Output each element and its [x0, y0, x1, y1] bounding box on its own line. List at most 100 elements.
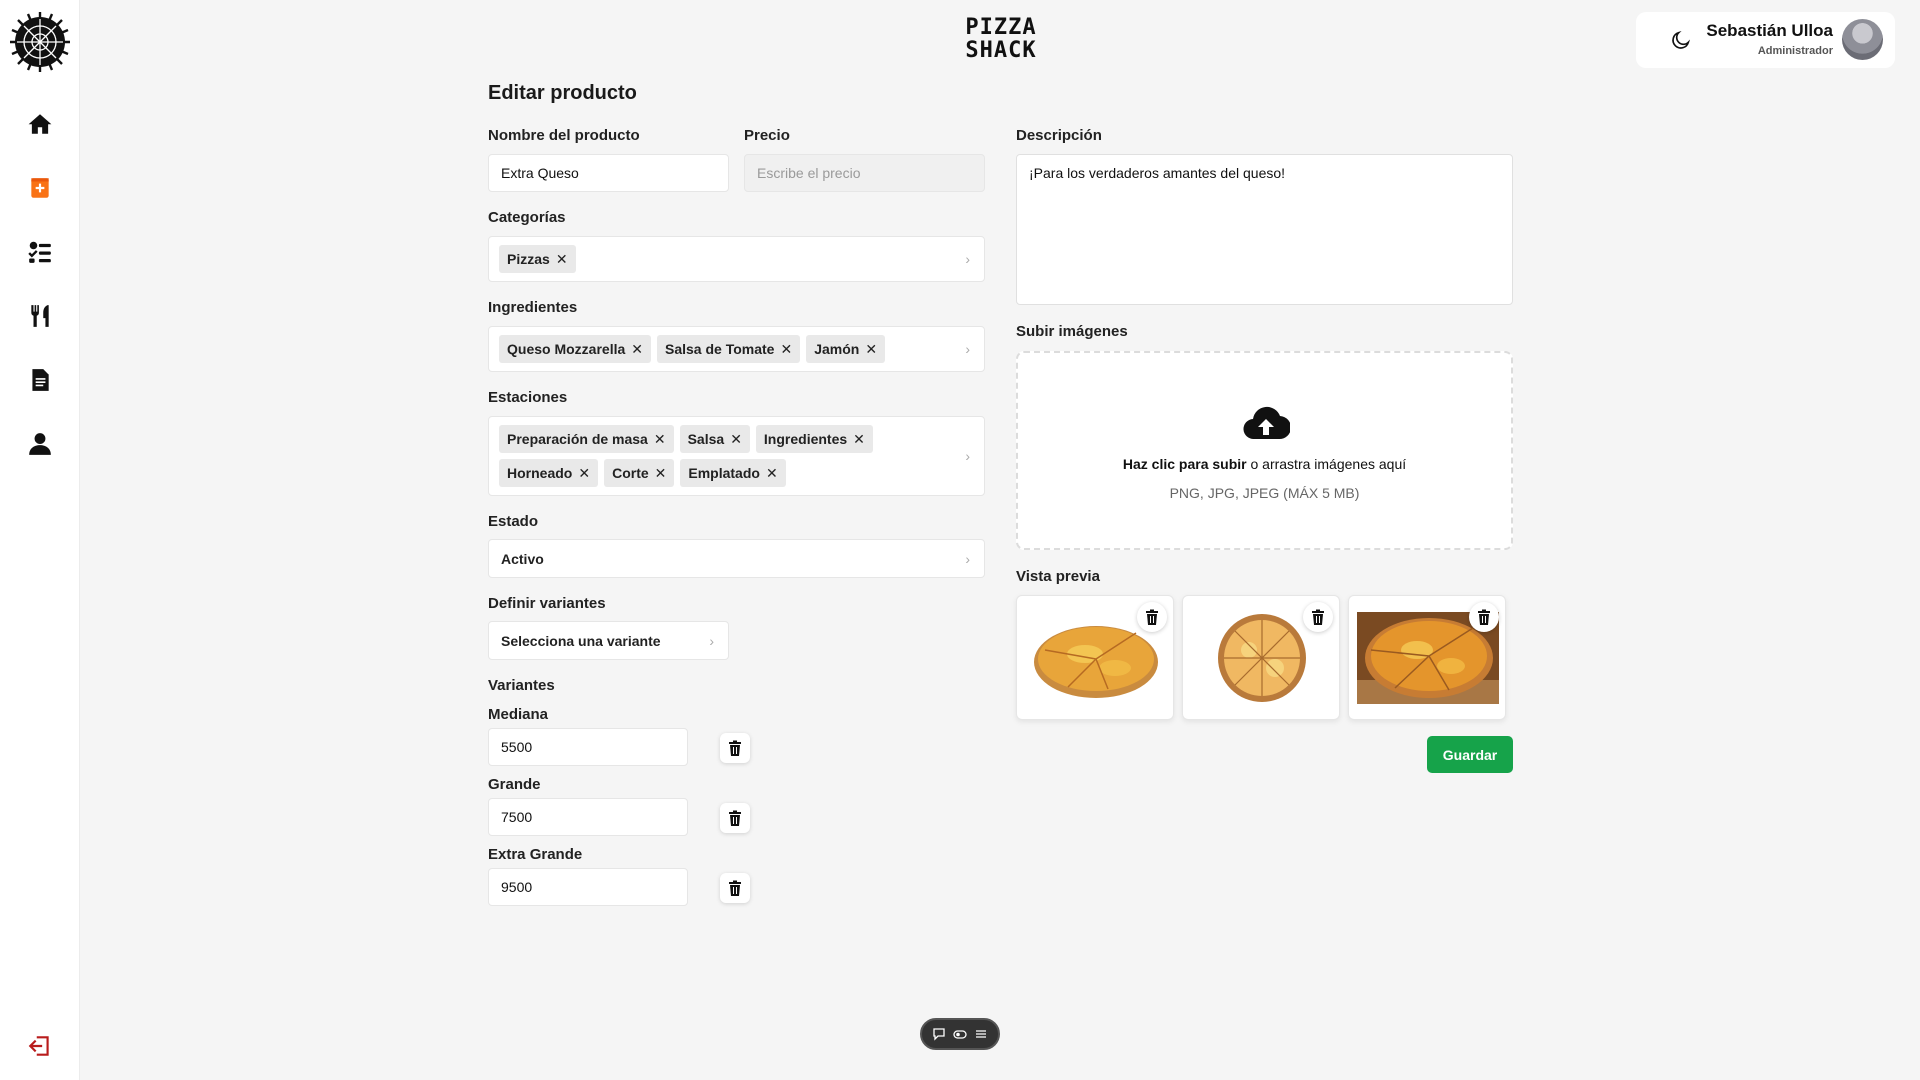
nav-home[interactable] — [20, 104, 60, 144]
remove-chip-icon[interactable]: ✕ — [730, 431, 742, 448]
page-title: Editar producto — [488, 82, 637, 104]
delete-variant-button[interactable] — [720, 733, 750, 763]
chevron-right-icon: › — [965, 251, 970, 267]
remove-chip-icon[interactable]: ✕ — [578, 465, 590, 482]
chip-ingredient: Salsa de Tomate ✕ — [657, 335, 801, 363]
chip-label: Queso Mozzarella — [507, 341, 626, 357]
checklist-icon — [28, 241, 51, 263]
nav-menu[interactable] — [20, 296, 60, 336]
chevron-right-icon: › — [709, 632, 714, 649]
nav-documents[interactable] — [20, 360, 60, 400]
name-input[interactable]: Extra Queso — [488, 154, 729, 192]
moon-icon — [1672, 30, 1691, 49]
price-label: Precio — [744, 127, 790, 144]
variant-name: Extra Grande — [488, 846, 583, 863]
chevron-right-icon: › — [965, 448, 970, 464]
categories-select[interactable]: Pizzas ✕ › — [488, 236, 985, 282]
chip-station: Corte ✕ — [604, 459, 675, 487]
avatar[interactable] — [1842, 19, 1883, 60]
status-value: Activo — [501, 550, 544, 567]
delete-image-button[interactable] — [1137, 602, 1167, 632]
nav-add-product[interactable] — [20, 168, 60, 208]
remove-chip-icon[interactable]: ✕ — [631, 341, 643, 358]
chat-icon[interactable] — [930, 1025, 948, 1043]
delete-variant-button[interactable] — [720, 873, 750, 903]
variant-price-input[interactable]: 9500 — [488, 868, 688, 906]
description-label: Descripción — [1016, 127, 1102, 144]
upload-formats: PNG, JPG, JPEG (MÁX 5 MB) — [1169, 485, 1360, 501]
chip-ingredient: Queso Mozzarella ✕ — [499, 335, 651, 363]
remove-chip-icon[interactable]: ✕ — [766, 465, 778, 482]
trash-icon — [729, 880, 741, 896]
cloud-upload-icon — [1243, 406, 1290, 440]
remove-chip-icon[interactable]: ✕ — [853, 431, 865, 448]
stations-select[interactable]: Preparación de masa ✕ Salsa ✕ Ingredientes… — [488, 416, 985, 496]
user-role: Administrador — [1757, 45, 1833, 57]
upload-instructions: Haz clic para subir o arrastra imágenes … — [1018, 456, 1511, 472]
delete-variant-button[interactable] — [720, 803, 750, 833]
trash-icon — [729, 740, 741, 756]
remove-chip-icon[interactable]: ✕ — [865, 341, 877, 358]
upload-cta: Haz clic para subir — [1122, 456, 1247, 472]
logout-icon — [28, 1036, 49, 1056]
variant-name: Grande — [488, 776, 541, 793]
remove-chip-icon[interactable]: ✕ — [654, 431, 666, 448]
chip-label: Preparación de masa — [507, 431, 648, 447]
trash-icon — [729, 810, 741, 826]
menu-icon[interactable] — [972, 1025, 990, 1043]
chip-station: Ingredientes ✕ — [755, 425, 873, 453]
categories-label: Categorías — [488, 209, 566, 226]
logo-icon — [10, 12, 70, 72]
add-product-icon — [31, 178, 49, 198]
upload-label: Subir imágenes — [1016, 323, 1128, 340]
remove-chip-icon[interactable]: ✕ — [780, 341, 792, 358]
toggle-icon[interactable] — [951, 1025, 969, 1043]
chip-label: Salsa — [687, 431, 725, 447]
user-name: Sebastián Ulloa — [1706, 21, 1833, 40]
trash-icon — [1146, 609, 1158, 625]
variants-label: Variantes — [488, 677, 555, 694]
document-icon — [32, 369, 49, 391]
trash-icon — [1478, 609, 1490, 625]
user-icon — [29, 433, 51, 455]
sidebar — [0, 0, 80, 1080]
chip-label: Emplatado — [688, 465, 760, 481]
nav-checklist[interactable] — [20, 232, 60, 272]
chevron-right-icon: › — [965, 550, 970, 567]
home-icon — [28, 114, 52, 134]
chip-label: Horneado — [507, 465, 573, 481]
logout-button[interactable] — [20, 1026, 60, 1066]
description-textarea[interactable]: ¡Para los verdaderos amantes del queso! — [1016, 154, 1513, 305]
nav-users[interactable] — [20, 424, 60, 464]
remove-chip-icon[interactable]: ✕ — [655, 465, 667, 482]
chip-label: Corte — [612, 465, 649, 481]
image-dropzone[interactable]: Haz clic para subir o arrastra imágenes … — [1016, 351, 1513, 550]
delete-image-button[interactable] — [1303, 602, 1333, 632]
ingredients-select[interactable]: Queso Mozzarella ✕ Salsa de Tomate ✕ Jamón… — [488, 326, 985, 372]
save-button[interactable]: Guardar — [1427, 736, 1513, 773]
preview-label: Vista previa — [1016, 568, 1100, 585]
price-input[interactable]: Escribe el precio — [744, 154, 985, 192]
variant-price-input[interactable]: 7500 — [488, 798, 688, 836]
preview-thumbnail — [1348, 595, 1506, 720]
brand-line-1: PIZZA — [965, 15, 1037, 40]
ingredients-label: Ingredientes — [488, 299, 578, 316]
variant-type-select[interactable]: Selecciona una variante › — [488, 621, 729, 660]
brand-logo: PIZZA SHACK — [961, 16, 1041, 62]
chip-ingredient: Jamón ✕ — [806, 335, 886, 363]
preview-thumbnail — [1182, 595, 1340, 720]
delete-image-button[interactable] — [1469, 602, 1499, 632]
chip-station: Salsa ✕ — [679, 425, 750, 453]
remove-chip-icon[interactable]: ✕ — [556, 251, 568, 268]
dev-toolbar — [920, 1018, 1000, 1050]
chip-label: Ingredientes — [763, 431, 848, 447]
chevron-right-icon: › — [965, 341, 970, 357]
variant-price-input[interactable]: 5500 — [488, 728, 688, 766]
name-label: Nombre del producto — [488, 127, 640, 144]
status-select[interactable]: Activo › — [488, 539, 985, 578]
status-label: Estado — [488, 513, 539, 530]
user-card[interactable]: Sebastián Ulloa Administrador — [1703, 12, 1895, 68]
chip-category: Pizzas ✕ — [499, 245, 576, 273]
brand-line-2: SHACK — [965, 38, 1037, 63]
chip-station: Emplatado ✕ — [680, 459, 786, 487]
